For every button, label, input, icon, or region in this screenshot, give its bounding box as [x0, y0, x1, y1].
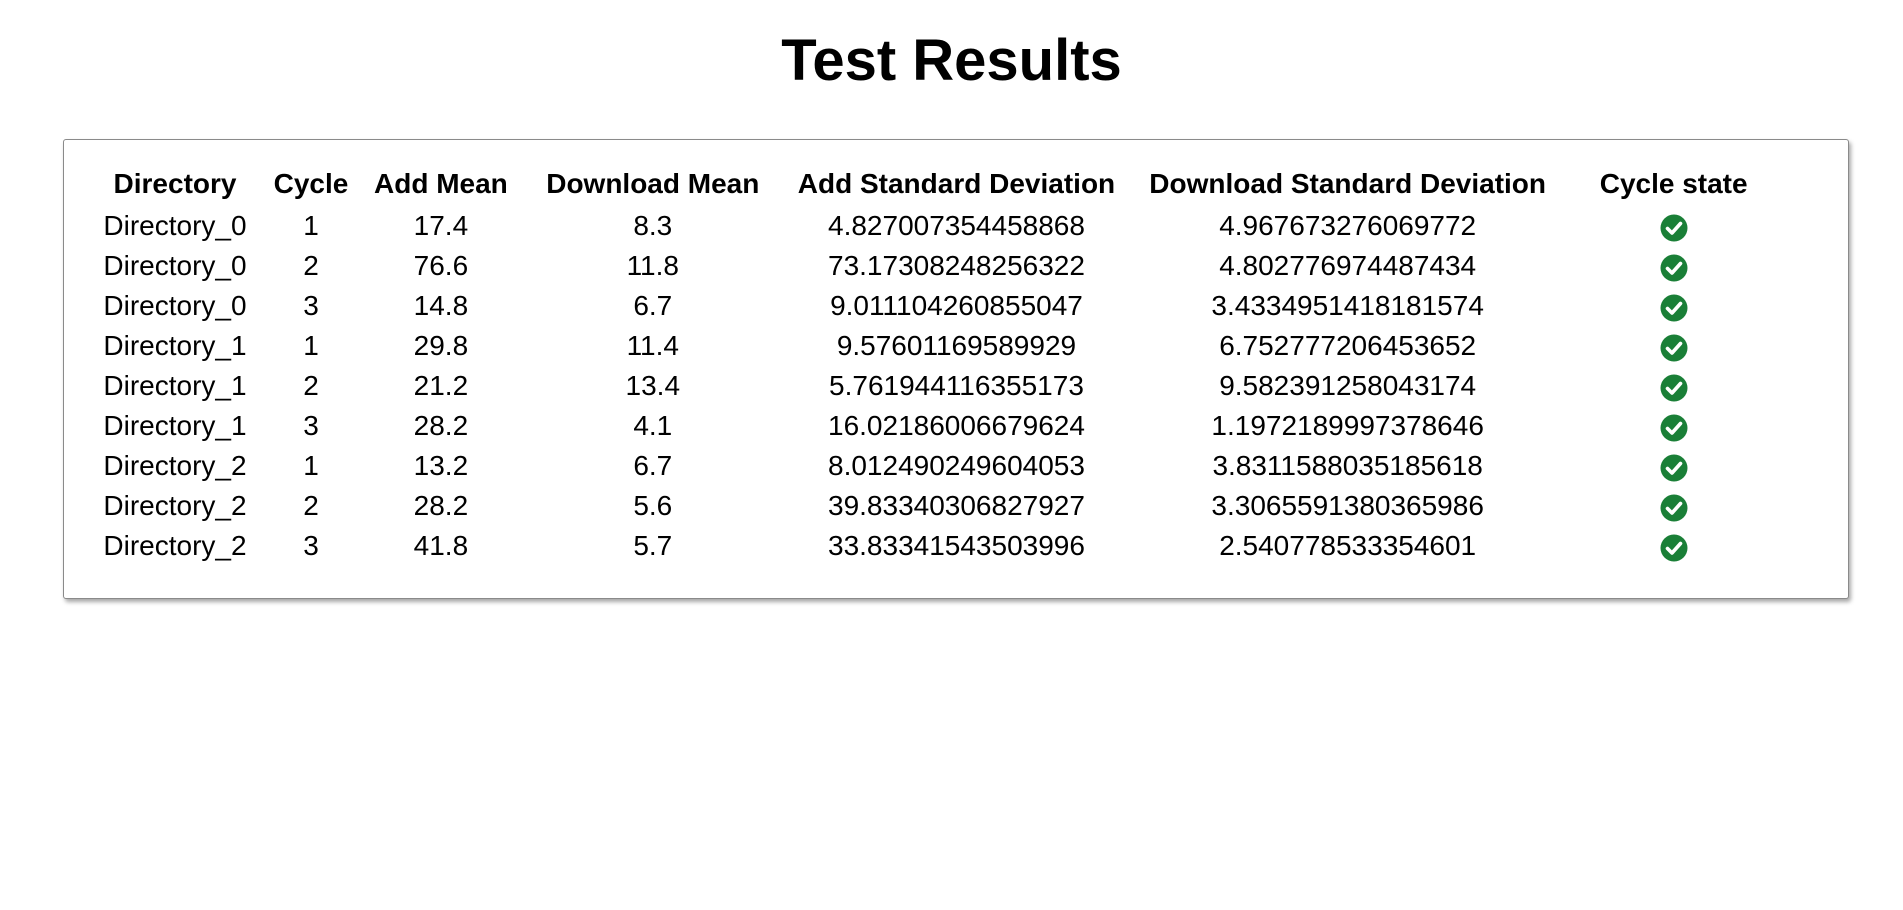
cell-cycle-state [1580, 246, 1767, 286]
results-panel: Directory Cycle Add Mean Download Mean A… [63, 139, 1849, 599]
cell-download-std-dev: 3.3065591380365986 [1211, 490, 1484, 521]
cell-download-std-dev: 2.540778533354601 [1219, 530, 1477, 561]
check-circle-icon [1660, 294, 1688, 322]
column-header-add-mean: Add Mean [374, 168, 508, 199]
cell-directory: Directory_2 [103, 530, 247, 561]
cell-add-mean: 28.2 [413, 490, 469, 521]
cell-add-std-dev: 5.761944116355173 [829, 370, 1084, 401]
cell-download-std-dev: 9.582391258043174 [1219, 370, 1477, 401]
cell-cycle: 2 [303, 250, 319, 281]
cell-download-mean: 5.6 [633, 490, 673, 521]
table-row: Directory_0 2 76.6 11.8 73.17308248256322 4.8… [102, 246, 1767, 286]
table-row: Directory_1 1 29.8 11.4 9.57601169589929 6.75… [102, 326, 1767, 366]
cell-download-mean: 8.3 [633, 210, 673, 241]
results-table: Directory Cycle Add Mean Download Mean A… [102, 162, 1767, 566]
cell-download-mean: 4.1 [633, 410, 673, 441]
cell-cycle: 1 [303, 330, 319, 361]
table-row: Directory_1 3 28.2 4.1 16.02186006679624 1.19… [102, 406, 1767, 446]
cell-directory: Directory_1 [103, 330, 247, 361]
cell-download-mean: 6.7 [633, 450, 673, 481]
cell-cycle: 3 [303, 290, 319, 321]
cell-download-mean: 11.8 [626, 250, 679, 281]
cell-cycle-state [1580, 446, 1767, 486]
column-header-cycle: Cycle [273, 168, 349, 199]
cell-add-std-dev: 9.57601169589929 [836, 330, 1077, 361]
cell-cycle-state [1580, 286, 1767, 326]
results-table-body: Directory_0 1 17.4 8.3 4.827007354458868 4.96… [102, 206, 1767, 566]
cell-download-mean: 13.4 [625, 370, 681, 401]
cell-directory: Directory_0 [103, 290, 247, 321]
cell-cycle: 2 [303, 490, 319, 521]
cell-directory: Directory_1 [103, 410, 247, 441]
cell-add-mean: 41.8 [413, 530, 469, 561]
cell-add-mean: 29.8 [413, 330, 469, 361]
column-header-directory: Directory [113, 168, 237, 199]
check-circle-icon [1660, 254, 1688, 282]
cell-download-std-dev: 3.4334951418181574 [1211, 290, 1484, 321]
cell-add-std-dev: 33.83341543503996 [828, 530, 1085, 561]
table-row: Directory_2 2 28.2 5.6 39.83340306827927 3.30… [102, 486, 1767, 526]
check-circle-icon [1660, 454, 1688, 482]
cell-add-std-dev: 39.83340306827927 [828, 490, 1085, 521]
cell-cycle-state [1580, 486, 1767, 526]
check-circle-icon [1660, 414, 1688, 442]
cell-cycle-state [1580, 526, 1767, 566]
cell-add-mean: 28.2 [413, 410, 469, 441]
cell-directory: Directory_2 [103, 490, 247, 521]
cell-add-std-dev: 16.02186006679624 [828, 410, 1085, 441]
cell-directory: Directory_2 [103, 450, 247, 481]
table-row: Directory_1 2 21.2 13.4 5.761944116355173 9.5… [102, 366, 1767, 406]
cell-download-mean: 11.4 [626, 330, 679, 361]
check-circle-icon [1660, 334, 1688, 362]
page-title: Test Results [781, 28, 1122, 93]
cell-cycle-state [1580, 326, 1767, 366]
cell-download-mean: 6.7 [633, 290, 673, 321]
column-header-download-mean: Download Mean [546, 168, 760, 199]
cell-add-mean: 21.2 [413, 370, 469, 401]
cell-download-std-dev: 1.1972189997378646 [1211, 410, 1484, 441]
cell-download-mean: 5.7 [633, 530, 673, 561]
cell-directory: Directory_1 [103, 370, 247, 401]
table-row: Directory_0 1 17.4 8.3 4.827007354458868 4.96… [102, 206, 1767, 246]
cell-directory: Directory_0 [103, 250, 247, 281]
cell-add-mean: 17.4 [413, 210, 469, 241]
cell-cycle: 3 [303, 410, 319, 441]
column-header-cycle-state: Cycle state [1599, 168, 1748, 199]
cell-cycle-state [1580, 366, 1767, 406]
cell-cycle: 3 [303, 530, 319, 561]
table-row: Directory_2 3 41.8 5.7 33.83341543503996 2.54… [102, 526, 1767, 566]
cell-cycle: 1 [303, 450, 319, 481]
cell-cycle: 1 [303, 210, 319, 241]
check-circle-icon [1660, 214, 1688, 242]
cell-add-std-dev: 8.012490249604053 [828, 450, 1085, 481]
cell-cycle: 2 [303, 370, 319, 401]
table-header-row: Directory Cycle Add Mean Download Mean A… [102, 162, 1767, 206]
cell-add-std-dev: 9.011104260855047 [830, 290, 1083, 321]
cell-download-std-dev: 4.802776974487434 [1219, 250, 1477, 281]
cell-add-std-dev: 4.827007354458868 [828, 210, 1085, 241]
table-row: Directory_0 3 14.8 6.7 9.011104260855047 3.43… [102, 286, 1767, 326]
table-row: Directory_2 1 13.2 6.7 8.012490249604053 3.83… [102, 446, 1767, 486]
cell-download-std-dev: 6.752777206453652 [1219, 330, 1477, 361]
cell-download-std-dev: 4.967673276069772 [1219, 210, 1477, 241]
column-header-download-std-dev: Download Standard Deviation [1149, 168, 1546, 199]
cell-download-std-dev: 3.8311588035185618 [1212, 450, 1483, 481]
column-header-add-std-dev: Add Standard Deviation [797, 168, 1116, 199]
cell-cycle-state [1580, 206, 1767, 246]
cell-add-mean: 13.2 [413, 450, 469, 481]
cell-directory: Directory_0 [103, 210, 247, 241]
cell-cycle-state [1580, 406, 1767, 446]
check-circle-icon [1660, 374, 1688, 402]
cell-add-mean: 76.6 [413, 250, 469, 281]
cell-add-mean: 14.8 [413, 290, 469, 321]
check-circle-icon [1660, 534, 1688, 562]
cell-add-std-dev: 73.17308248256322 [828, 250, 1085, 281]
check-circle-icon [1660, 494, 1688, 522]
